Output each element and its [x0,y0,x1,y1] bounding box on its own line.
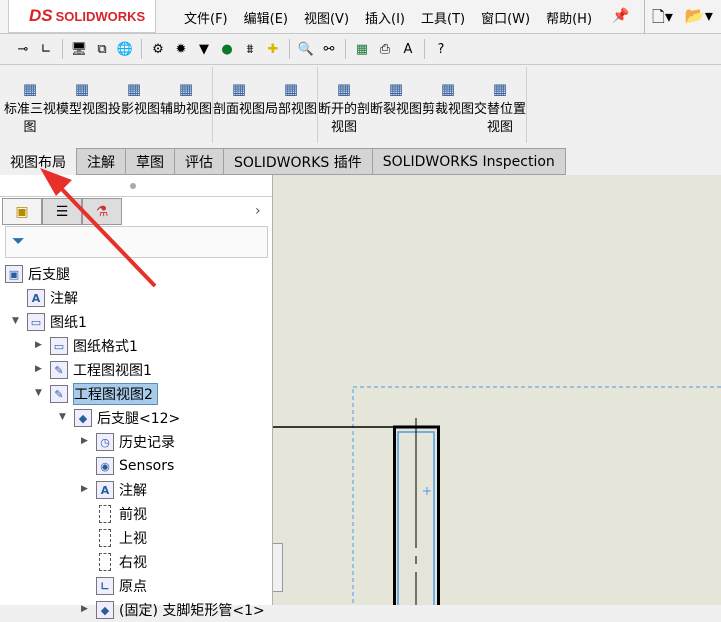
tree-item-label: 注解 [119,483,147,499]
binoculars-icon[interactable]: ⚯ [320,40,338,58]
expand-arrow-icon[interactable]: ▶ [35,340,45,350]
expand-arrow-icon[interactable]: ▶ [81,484,91,494]
panel-splitter[interactable] [273,543,283,592]
tree-item[interactable]: ✎ 工程图视图1 [50,358,152,382]
command-group: ▦ 断开的剖视图 ▦ 断裂视图 ▦ 剪裁视图 ▦ 交替位置视图 [318,67,527,143]
tree-item[interactable]: ✎ 工程图视图2 [50,382,158,406]
tree-item[interactable]: ▭ 图纸1 [27,310,87,334]
pin-icon[interactable]: 📌 [612,8,629,24]
divider [644,0,645,34]
menu-item[interactable]: 插入(I) [357,8,413,27]
tree-item[interactable]: 上视 [96,526,147,550]
command-label: 断裂视图 [370,102,423,117]
command-label: 剪裁视图 [422,102,475,117]
drawing-view-icon: ✎ [50,361,68,379]
crop-view-icon: ▦ [440,80,456,98]
tree-item-label: 前视 [119,507,147,523]
collapse-arrow-icon[interactable]: ▼ [12,316,22,326]
tree-item-label: 工程图视图1 [73,363,152,379]
plane-icon [99,529,111,547]
tree-item-label: 右视 [119,555,147,571]
red-annotation-arrow [40,168,157,288]
expand-arrow-icon[interactable]: ▶ [81,604,91,614]
tree-item[interactable]: ∟ 原点 [96,574,147,598]
tab[interactable]: SOLIDWORKS Inspection [372,148,566,175]
divider [345,39,346,59]
sensors-icon: ◉ [96,457,114,475]
print-icon[interactable]: ⎙ [376,40,394,58]
tree-item[interactable]: ◆ (固定) 支脚矩形管<1> [96,598,265,622]
command-label: 断开的剖视图 [318,102,371,135]
tree-item-label: 历史记录 [119,435,175,451]
tree-item-label: (固定) 支脚矩形管<1> [119,603,265,619]
menu-item[interactable]: 工具(T) [413,8,473,27]
tree-item[interactable]: A 注解 [96,478,147,502]
tree-item-label: 上视 [119,531,147,547]
origin-marker [423,487,431,495]
collapse-arrow-icon[interactable]: ▼ [35,388,45,398]
origin-icon: ∟ [96,577,114,595]
alternate-position-icon: ▦ [492,80,508,98]
expand-arrow-icon[interactable]: ▶ [35,364,45,374]
drawing-view-icon: ✎ [50,385,68,403]
sheet-format-icon: ▭ [50,337,68,355]
plane-icon [99,505,111,523]
help-book-icon[interactable]: ? [432,40,450,58]
menu-item[interactable]: 帮助(H) [538,8,600,27]
tree-item[interactable]: ◷ 历史记录 [96,430,175,454]
drawing-canvas[interactable] [273,175,721,622]
plane-icon [99,553,111,571]
sheet-icon: ▭ [27,313,45,331]
break-view-icon: ▦ [388,80,404,98]
tree-item-label: 原点 [119,579,147,595]
tree-item-label: 图纸格式1 [73,339,138,355]
broken-out-section-button[interactable]: ▦ 断开的剖视图 [318,67,370,143]
tree-item[interactable]: 右视 [96,550,147,574]
alternate-position-button[interactable]: ▦ 交替位置视图 [474,67,526,143]
excel-icon[interactable]: ▦ [353,40,371,58]
menu-item[interactable]: 窗口(W) [473,8,538,27]
tree-item-label: Sensors [119,458,175,474]
divider [424,39,425,59]
text-format-icon[interactable]: A [399,40,417,58]
open-document-icon[interactable]: 📂▾ [685,6,713,33]
tree-item[interactable]: ▭ 图纸格式1 [50,334,138,358]
tree-item-label: 后支腿<12> [97,411,181,427]
collapse-arrow-icon[interactable]: ▼ [59,412,69,422]
tree-item[interactable]: ◆ 后支腿<12> [74,406,180,430]
crop-view-button[interactable]: ▦ 剪裁视图 [422,67,474,143]
part-icon: ◆ [96,601,114,619]
drawing-sheet [273,386,721,622]
menu-item[interactable]: 视图(V) [296,8,357,27]
view-boundary [352,386,721,622]
part-icon: ◆ [74,409,92,427]
new-document-icon[interactable]: 🗋▾ [652,6,673,33]
tree-item-label: 工程图视图2 [73,383,158,405]
command-label: 交替位置视图 [474,102,527,135]
tree-item[interactable]: ◉ Sensors [96,454,174,478]
tree-item[interactable]: 前视 [96,502,147,526]
broken-out-section-icon: ▦ [336,80,352,98]
annotations-icon: A [96,481,114,499]
expand-arrow-icon[interactable]: ▶ [81,436,91,446]
history-icon: ◷ [96,433,114,451]
break-view-button[interactable]: ▦ 断裂视图 [370,67,422,143]
tree-item-label: 图纸1 [50,315,87,331]
